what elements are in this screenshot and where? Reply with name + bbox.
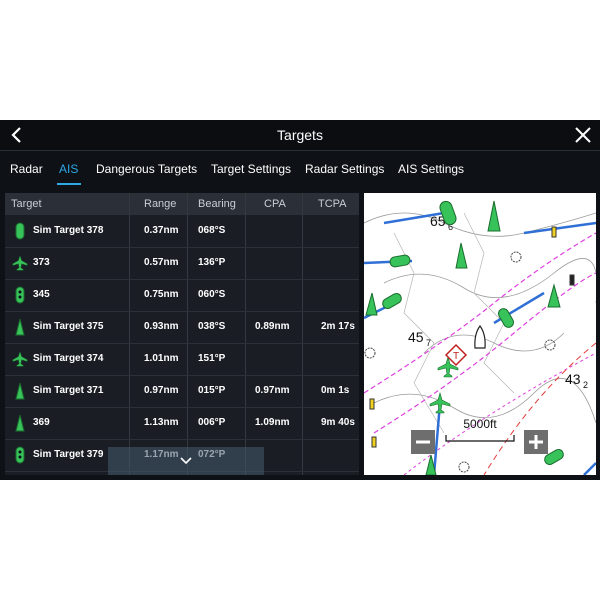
zoom-in-button[interactable] (524, 430, 548, 454)
targets-screen: Targets Radar AIS Dangerous Targets Targ… (0, 120, 600, 480)
ais-target-triangle-icon[interactable] (365, 292, 378, 316)
caution-boundary (483, 342, 596, 475)
buoy-icon (371, 436, 377, 448)
buoy-icon (569, 274, 575, 286)
zoom-out-button[interactable] (411, 430, 435, 454)
bearing-cell: 136°P (198, 257, 226, 268)
target-name-cell: Sim Target 371 (33, 385, 104, 396)
bearing-cell: 006°P (198, 417, 226, 428)
aircraft-icon (12, 350, 28, 368)
tcpa-cell: 2m 17s (321, 321, 355, 332)
cpa-cell: 0.97nm (255, 385, 290, 396)
bearing-cell: 015°P (198, 385, 226, 396)
target-name-cell: 345 (33, 289, 50, 300)
page-title: Targets (277, 127, 323, 143)
range-cell: 1.01nm (144, 353, 179, 364)
range-cell: 0.97nm (144, 385, 179, 396)
scale-label: 5000ft (463, 417, 497, 431)
ais-target-triangle-icon[interactable] (455, 242, 468, 269)
target-track-line (583, 462, 596, 475)
plus-icon (529, 435, 543, 449)
tab-radar[interactable]: Radar (10, 162, 43, 176)
active-tab-indicator (57, 183, 81, 185)
tab-target-settings[interactable]: Target Settings (211, 162, 291, 176)
scroll-down-button[interactable] (108, 447, 264, 475)
triangle-vessel-icon (12, 414, 28, 432)
ais-target-vessel-icon[interactable] (389, 254, 411, 268)
bearing-cell: 151°P (198, 353, 226, 364)
target-name-cell: Sim Target 379 (33, 449, 104, 460)
own-vessel-icon[interactable] (474, 324, 486, 349)
buoy-icon (551, 226, 557, 238)
tcpa-cell: 9m 40s (321, 417, 355, 428)
coastline-contour (383, 258, 596, 303)
cpa-cell: 0.89nm (255, 321, 290, 332)
range-cell: 0.57nm (144, 257, 179, 268)
table-row[interactable]: Sim Target 371 0.97nm 015°P 0.97nm 0m 1s (5, 375, 359, 408)
range-cell: 1.13nm (144, 417, 179, 428)
target-name-cell: Sim Target 378 (33, 225, 104, 236)
column-header-target[interactable]: Target (11, 198, 42, 210)
tab-bar: Radar AIS Dangerous Targets Target Setti… (0, 151, 600, 187)
tab-radar-settings[interactable]: Radar Settings (305, 162, 384, 176)
table-row[interactable]: 369 1.13nm 006°P 1.09nm 9m 40s (5, 407, 359, 440)
depth-sounding: 43 (565, 371, 581, 387)
coastline-contour (364, 212, 596, 237)
column-header-cpa[interactable]: CPA (264, 198, 286, 210)
ais-target-triangle-icon[interactable] (487, 200, 501, 232)
ais-target-triangle-icon[interactable] (547, 283, 561, 308)
range-cell: 0.37nm (144, 225, 179, 236)
range-cell: 0.93nm (144, 321, 179, 332)
header-bar: Targets (0, 120, 600, 151)
ais-target-vessel-icon[interactable] (381, 292, 403, 311)
vessel-icon (12, 222, 28, 240)
triangle-vessel-icon (12, 382, 28, 400)
ais-target-aircraft-icon[interactable] (429, 391, 451, 414)
bearing-cell: 060°S (198, 289, 226, 300)
table-row[interactable]: Sim Target 374 1.01nm 151°P (5, 343, 359, 376)
target-track-line (523, 221, 596, 235)
wreck-symbol-icon (364, 347, 376, 359)
depth-sounding: 45 (408, 329, 424, 345)
traffic-lane (373, 272, 596, 434)
target-name-cell: Sim Target 374 (33, 353, 104, 364)
target-name-cell: 373 (33, 257, 50, 268)
svg-text:T: T (453, 351, 459, 362)
minus-icon (416, 440, 430, 444)
sart-icon (12, 446, 28, 464)
table-row[interactable]: 345 0.75nm 060°S (5, 279, 359, 312)
sart-icon (12, 286, 28, 304)
wreck-symbol-icon (510, 251, 522, 263)
cpa-cell: 1.09nm (255, 417, 290, 428)
close-icon[interactable] (574, 126, 592, 144)
map-scale-bar: 5000ft (444, 417, 516, 445)
depth-sounding: 2 (583, 380, 588, 390)
target-name-cell: 369 (33, 417, 50, 428)
buoy-icon (369, 398, 375, 410)
tab-dangerous-targets[interactable]: Dangerous Targets (96, 162, 197, 176)
column-header-range[interactable]: Range (144, 198, 176, 210)
chart-map-pane[interactable]: 65 6 45 7 43 2 T 5000ft (364, 193, 596, 475)
depth-sounding: 7 (426, 338, 431, 348)
table-row[interactable]: Sim Target 378 0.37nm 068°S (5, 215, 359, 248)
aircraft-icon (12, 254, 28, 272)
table-row[interactable]: Sim Target 375 0.93nm 038°S 0.89nm 2m 17s (5, 311, 359, 344)
coastline-contour (463, 212, 515, 394)
column-header-bearing[interactable]: Bearing (198, 198, 236, 210)
table-header: Target Range Bearing CPA TCPA (5, 193, 359, 215)
tcpa-cell: 0m 1s (321, 385, 350, 396)
wreck-symbol-icon (458, 461, 470, 473)
chevron-down-icon (180, 457, 192, 465)
bearing-cell: 068°S (198, 225, 226, 236)
table-row[interactable]: 373 0.57nm 136°P (5, 247, 359, 280)
tab-ais-settings[interactable]: AIS Settings (398, 162, 464, 176)
range-cell: 0.75nm (144, 289, 179, 300)
triangle-vessel-icon (12, 318, 28, 336)
tab-ais[interactable]: AIS (59, 162, 78, 176)
column-header-tcpa[interactable]: TCPA (318, 198, 347, 210)
bearing-cell: 038°S (198, 321, 226, 332)
ais-target-table: Target Range Bearing CPA TCPA Sim Target… (5, 193, 359, 475)
target-name-cell: Sim Target 375 (33, 321, 104, 332)
